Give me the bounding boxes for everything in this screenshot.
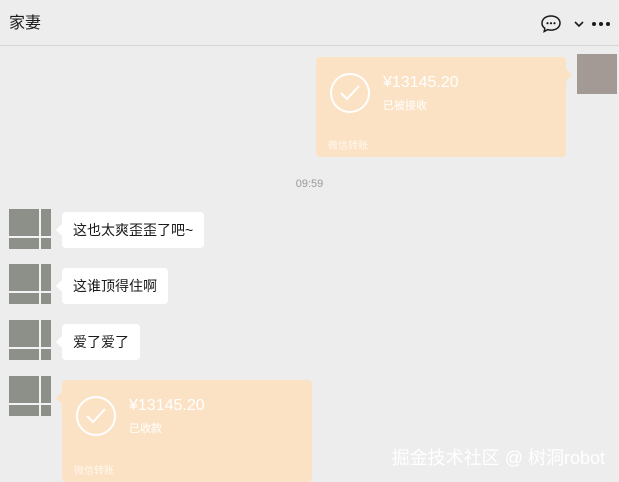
- chevron-down-icon[interactable]: [567, 12, 591, 36]
- check-circle-icon: [76, 396, 116, 436]
- message-bubble[interactable]: 这谁顶得住啊: [56, 268, 168, 304]
- avatar-contact[interactable]: [9, 209, 51, 249]
- transfer-status: 已收款: [129, 423, 162, 435]
- transfer-footer: 微信转账: [74, 466, 114, 477]
- transfer-card-received[interactable]: ¥13145.20 已收款 微信转账: [56, 380, 312, 482]
- transfer-amount: ¥13145.20: [383, 74, 459, 91]
- message-bubble[interactable]: 这也太爽歪歪了吧~: [55, 212, 205, 248]
- check-circle-icon: [330, 73, 370, 113]
- transfer-status: 已被接收: [383, 100, 427, 112]
- transfer-card-sent[interactable]: ¥13145.20 已被接收 微信转账: [316, 57, 572, 157]
- more-dots-icon[interactable]: [589, 12, 613, 36]
- chat-header: 家妻: [0, 0, 619, 46]
- transfer-amount: ¥13145.20: [129, 397, 205, 414]
- avatar-contact[interactable]: [9, 264, 51, 304]
- message-timestamp: 09:59: [295, 178, 324, 190]
- avatar-contact[interactable]: [9, 320, 51, 360]
- message-bubble[interactable]: 爱了爱了: [56, 324, 140, 360]
- avatar-contact[interactable]: [9, 376, 51, 416]
- watermark: 掘金技术社区 @ 树洞robot: [391, 448, 605, 468]
- transfer-footer: 微信转账: [328, 141, 368, 152]
- chat-title: 家妻: [9, 15, 42, 32]
- avatar-self[interactable]: [577, 54, 617, 94]
- chat-bubble-icon[interactable]: [539, 12, 563, 36]
